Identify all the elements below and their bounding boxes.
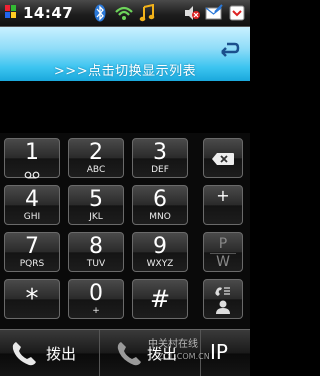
backspace-icon [212,153,234,165]
key-letters: WXYZ [146,259,174,269]
clock: 14:47 [23,4,74,22]
pause-wait-key[interactable]: P W [203,232,243,272]
key-0[interactable]: 0 + [68,279,124,319]
call-button[interactable]: 拨出 [0,330,100,376]
key-8[interactable]: 8 TUV [68,232,124,272]
music-note-icon [139,4,155,22]
status-bar: 14:47 [0,0,250,27]
key-digit: 0 [89,281,103,306]
toggle-list-hint[interactable]: >>>点击切换显示列表 [0,60,250,79]
key-6[interactable]: 6 MNO [132,185,188,225]
key-digit: 4 [25,187,39,212]
watermark-url: ZOL.COM.CN [158,352,210,361]
key-digit: 6 [153,187,167,212]
key-letters: ABC [86,165,106,175]
key-letters: + [92,306,100,316]
key-2[interactable]: 2 ABC [68,138,124,178]
key-letters: DEF [151,165,169,175]
key-letters: TUV [86,259,106,269]
key-digit: 7 [25,234,39,259]
key-hash[interactable]: # [132,279,188,319]
key-letters: JKL [89,212,103,222]
wait-label: W [216,254,230,270]
wifi-icon [115,6,133,20]
watermark: 中关村在线 [148,339,198,350]
number-display [0,81,250,133]
call-label: 拨出 [46,345,77,363]
back-arrow-icon[interactable] [218,38,240,60]
key-digit: * [25,284,39,314]
key-1[interactable]: 1 [4,138,60,179]
key-digit: 5 [89,187,103,212]
keypad: 1 2 ABC 3 DEF 4 GHI 5 JKL 6 MNO + 7 PQRS… [0,133,250,329]
volume-mute-icon[interactable] [183,4,201,22]
backspace-button[interactable] [203,138,243,178]
key-5[interactable]: 5 JKL [68,185,124,225]
key-4[interactable]: 4 GHI [4,185,60,225]
bluetooth-icon [94,4,106,22]
key-digit: 8 [89,234,103,259]
message-icon[interactable] [205,4,223,22]
pause-label: P [218,236,228,252]
contacts-key[interactable] [203,279,243,319]
key-9[interactable]: 9 WXYZ [132,232,188,272]
call-bar: 拨出 拨出 IP [0,329,250,376]
key-letters: GHI [23,212,41,222]
key-digit: 1 [25,140,39,165]
key-digit: 2 [89,140,103,165]
phone-handset-icon [12,342,37,366]
key-digit: 3 [153,140,167,165]
phone-handset-icon [117,342,141,366]
key-3[interactable]: 3 DEF [132,138,188,178]
contacts-icon [215,287,230,314]
key-star[interactable]: * [4,279,60,319]
key-digit: # [149,285,171,313]
key-letters: MNO [149,212,171,222]
ip-label: IP [210,340,228,364]
key-digit: 9 [153,234,167,259]
plus-key[interactable]: + [203,185,243,225]
plus-label: + [216,186,230,205]
voicemail-icon [24,171,40,179]
key-7[interactable]: 7 PQRS [4,232,60,272]
battery-icon [229,5,245,21]
key-letters: PQRS [19,259,45,269]
start-logo-icon[interactable] [4,3,18,21]
